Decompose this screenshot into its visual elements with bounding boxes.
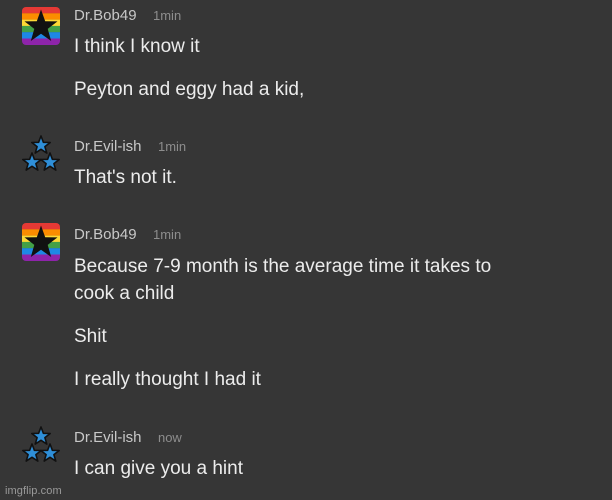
message-text: cook a child [74, 283, 175, 304]
username[interactable]: Dr.Evil-ish [74, 429, 142, 446]
message-text: I really thought I had it [74, 369, 261, 390]
message-text: That's not it. [74, 167, 177, 188]
username[interactable]: Dr.Bob49 [74, 7, 137, 24]
username[interactable]: Dr.Bob49 [74, 226, 137, 243]
message-text: I think I know it [74, 36, 200, 57]
message-meta: Dr.Evil-ish 1min [74, 138, 186, 158]
message-meta: Dr.Evil-ish now [74, 429, 182, 449]
timestamp: now [157, 430, 182, 445]
three-stars-icon [22, 426, 60, 462]
avatar[interactable] [22, 426, 60, 464]
chat-thread: Dr.Bob49 1min I think I know it Peyton a… [0, 0, 612, 500]
message-text: Shit [74, 326, 107, 347]
rainbow-star-icon [22, 223, 60, 261]
rainbow-star-icon [22, 7, 60, 45]
avatar[interactable] [22, 223, 60, 261]
three-stars-icon [22, 135, 60, 171]
avatar[interactable] [22, 7, 60, 45]
username[interactable]: Dr.Evil-ish [74, 138, 142, 155]
timestamp: 1min [153, 227, 182, 242]
watermark: imgflip.com [5, 485, 62, 497]
timestamp: 1min [157, 139, 187, 154]
message-text: I can give you a hint [74, 458, 243, 479]
message-meta: Dr.Bob49 1min [74, 226, 181, 246]
message-meta: Dr.Bob49 1min [74, 7, 181, 27]
timestamp: 1min [153, 8, 182, 23]
avatar[interactable] [22, 135, 60, 173]
message-text: Peyton and eggy had a kid, [74, 79, 305, 100]
message-text: Because 7-9 month is the average time it… [74, 256, 492, 277]
